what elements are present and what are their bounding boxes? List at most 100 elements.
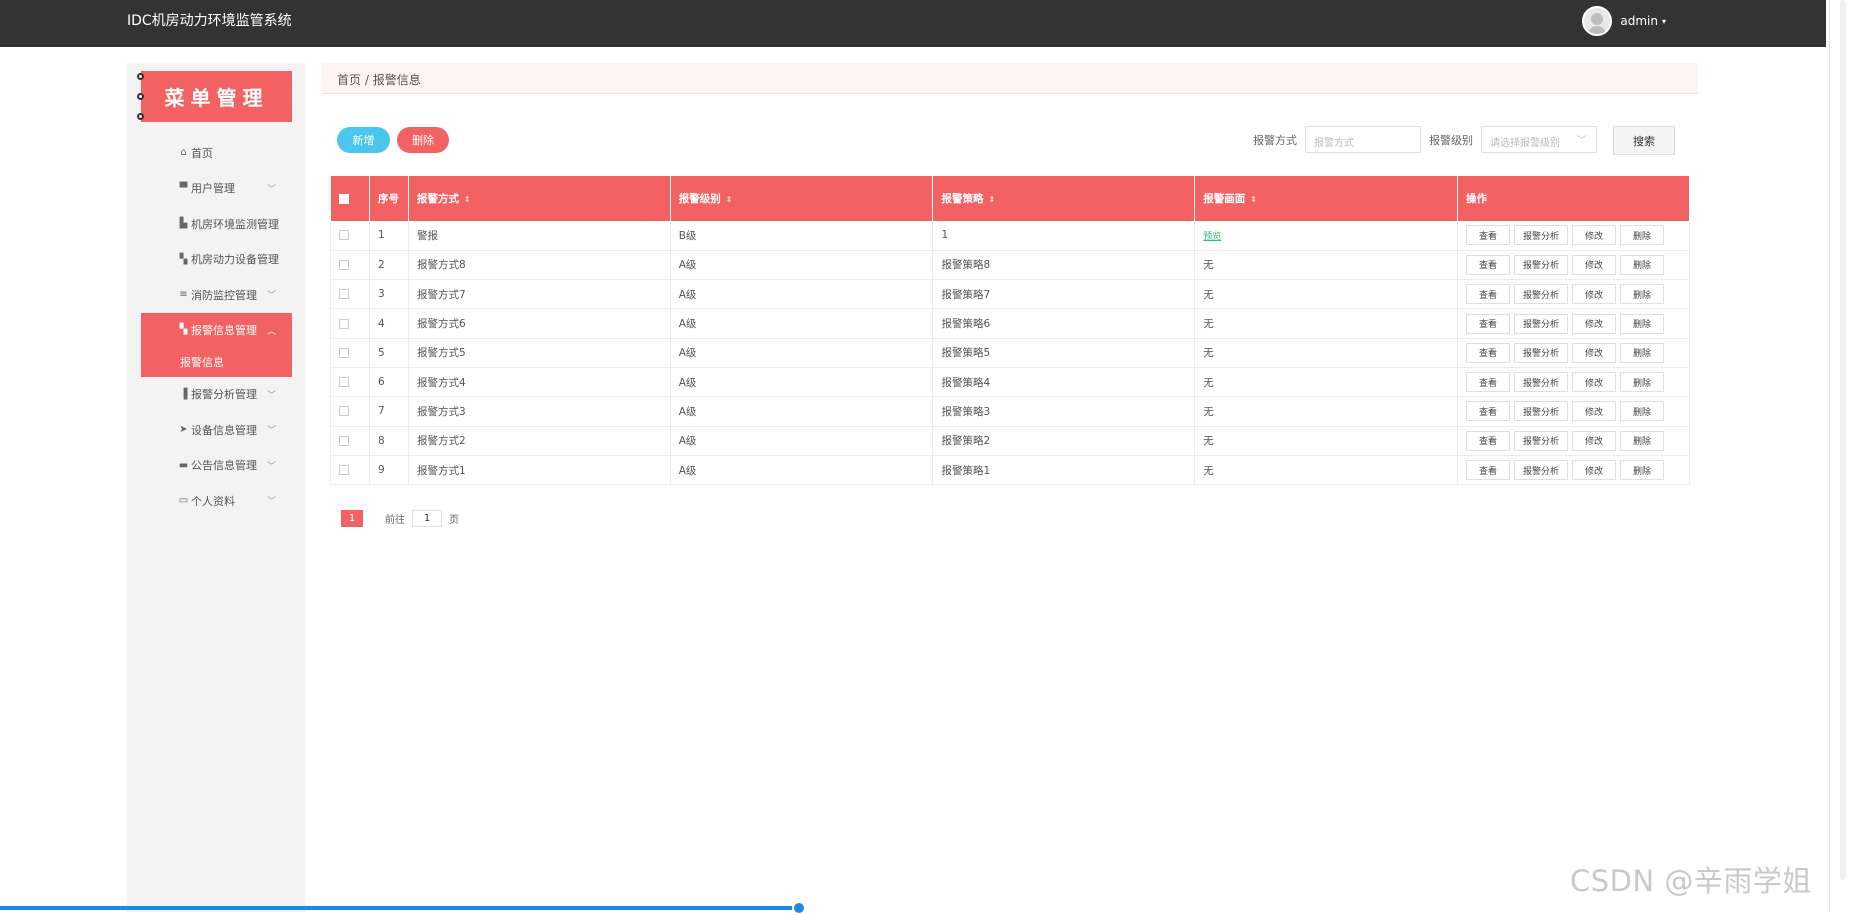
row-select-cell[interactable]: [330, 367, 370, 398]
avatar[interactable]: [1582, 6, 1613, 36]
chevron-down-icon[interactable]: ﹀: [267, 388, 276, 401]
sort-icon[interactable]: ⇕: [726, 195, 733, 204]
row-select-cell[interactable]: [330, 426, 370, 456]
sidebar-item-bar-chart[interactable]: ▐ 报警分析管理 ﹀: [141, 377, 292, 413]
method-header[interactable]: 报警方式 ⇕: [408, 176, 671, 221]
select-all-header[interactable]: [330, 176, 370, 221]
edit-button[interactable]: 修改: [1571, 342, 1616, 363]
delete-row-button[interactable]: 删除: [1619, 460, 1664, 481]
delete-row-button[interactable]: 删除: [1619, 342, 1664, 363]
preview-link[interactable]: 预览: [1203, 232, 1221, 242]
alarm-analysis-button[interactable]: 报警分析: [1513, 284, 1568, 305]
select-all-checkbox[interactable]: [338, 193, 349, 204]
row-checkbox[interactable]: [339, 377, 349, 388]
row-select-cell[interactable]: [330, 455, 370, 486]
row-checkbox[interactable]: [339, 347, 349, 358]
sidebar-item-profile[interactable]: ▭ 个人资料 ﹀: [141, 483, 292, 519]
edit-button[interactable]: 修改: [1571, 254, 1616, 275]
sort-icon[interactable]: ⇕: [464, 195, 471, 204]
view-button[interactable]: 查看: [1465, 401, 1510, 422]
row-checkbox[interactable]: [339, 230, 349, 241]
edit-button[interactable]: 修改: [1571, 430, 1616, 451]
sidebar-item-grid[interactable]: ▚ 机房动力设备管理: [141, 242, 292, 278]
username[interactable]: admin: [1620, 14, 1658, 28]
alarm-analysis-button[interactable]: 报警分析: [1513, 254, 1568, 275]
caret-down-icon[interactable]: ▾: [1662, 17, 1666, 26]
row-select-cell[interactable]: [330, 308, 370, 339]
alarm-analysis-button[interactable]: 报警分析: [1513, 225, 1568, 246]
row-select-cell[interactable]: [330, 338, 370, 368]
edit-button[interactable]: 修改: [1571, 372, 1616, 393]
row-select-cell[interactable]: [330, 396, 370, 427]
edit-button[interactable]: 修改: [1571, 225, 1616, 246]
alarm-analysis-button[interactable]: 报警分析: [1513, 313, 1568, 334]
row-select-cell[interactable]: [330, 279, 370, 310]
search-button[interactable]: 搜索: [1613, 126, 1675, 155]
sidebar-item-send[interactable]: ➤ 设备信息管理 ﹀: [141, 412, 292, 448]
policy-header[interactable]: 报警策略 ⇕: [932, 176, 1196, 221]
vertical-scrollbar[interactable]: [1829, 0, 1856, 912]
delete-row-button[interactable]: 删除: [1619, 225, 1664, 246]
edit-button[interactable]: 修改: [1571, 313, 1616, 334]
view-button[interactable]: 查看: [1465, 254, 1510, 275]
row-select-cell[interactable]: [330, 221, 370, 251]
level-select[interactable]: 请选择报警级别 ﹀: [1481, 126, 1597, 153]
chevron-down-icon[interactable]: ﹀: [1577, 133, 1586, 146]
sidebar-item-grid[interactable]: ▚ 报警信息管理 ︿: [141, 313, 292, 347]
scrollbar-track[interactable]: [1840, 0, 1846, 880]
view-button[interactable]: 查看: [1465, 430, 1510, 451]
view-button[interactable]: 查看: [1465, 372, 1510, 393]
user-menu[interactable]: admin ▾: [1582, 6, 1666, 36]
breadcrumb-home[interactable]: 首页: [337, 73, 361, 87]
edit-button[interactable]: 修改: [1571, 401, 1616, 422]
delete-row-button[interactable]: 删除: [1619, 430, 1664, 451]
scrollbar-thumb[interactable]: [792, 901, 806, 915]
view-button[interactable]: 查看: [1465, 313, 1510, 334]
page-current[interactable]: 1: [341, 510, 363, 527]
sidebar-item-home[interactable]: ⌂ 首页: [141, 135, 292, 171]
row-select-cell[interactable]: [330, 250, 370, 281]
edit-button[interactable]: 修改: [1571, 460, 1616, 481]
goto-page-input[interactable]: 1: [412, 510, 442, 527]
row-checkbox[interactable]: [339, 435, 349, 446]
method-search-input[interactable]: 报警方式: [1305, 126, 1421, 153]
view-button[interactable]: 查看: [1465, 342, 1510, 363]
add-button[interactable]: 新增: [337, 127, 390, 153]
chevron-up-icon[interactable]: ︿: [267, 324, 276, 337]
delete-row-button[interactable]: 删除: [1619, 254, 1664, 275]
alarm-analysis-button[interactable]: 报警分析: [1513, 460, 1568, 481]
delete-row-button[interactable]: 删除: [1619, 372, 1664, 393]
view-button[interactable]: 查看: [1465, 460, 1510, 481]
alarm-analysis-button[interactable]: 报警分析: [1513, 342, 1568, 363]
sort-icon[interactable]: ⇕: [1250, 195, 1257, 204]
edit-button[interactable]: 修改: [1571, 284, 1616, 305]
row-checkbox[interactable]: [339, 259, 349, 270]
alarm-analysis-button[interactable]: 报警分析: [1513, 372, 1568, 393]
horizontal-scrollbar[interactable]: [0, 906, 802, 910]
alarm-analysis-button[interactable]: 报警分析: [1513, 401, 1568, 422]
delete-row-button[interactable]: 删除: [1619, 313, 1664, 334]
row-checkbox[interactable]: [339, 318, 349, 329]
delete-row-button[interactable]: 删除: [1619, 284, 1664, 305]
sidebar-subitem-alarm-info[interactable]: 报警信息: [141, 347, 292, 377]
chevron-down-icon[interactable]: ﹀: [267, 182, 276, 195]
sidebar-item-user[interactable]: ▀ 用户管理 ﹀: [141, 171, 292, 207]
chevron-down-icon[interactable]: ﹀: [267, 494, 276, 507]
sidebar-item-list[interactable]: ≡ 消防监控管理 ﹀: [141, 277, 292, 313]
image-header[interactable]: 报警画面 ⇕: [1194, 176, 1458, 221]
row-checkbox[interactable]: [339, 465, 349, 476]
view-button[interactable]: 查看: [1465, 225, 1510, 246]
level-header[interactable]: 报警级别 ⇕: [670, 176, 934, 221]
chevron-down-icon[interactable]: ﹀: [267, 459, 276, 472]
row-checkbox[interactable]: [339, 289, 349, 300]
delete-row-button[interactable]: 删除: [1619, 401, 1664, 422]
delete-button[interactable]: 删除: [397, 127, 449, 153]
alarm-analysis-button[interactable]: 报警分析: [1513, 430, 1568, 451]
sort-icon[interactable]: ⇕: [988, 195, 995, 204]
view-button[interactable]: 查看: [1465, 284, 1510, 305]
chevron-down-icon[interactable]: ﹀: [267, 423, 276, 436]
row-checkbox[interactable]: [339, 406, 349, 417]
sidebar-item-card[interactable]: ▬ 公告信息管理 ﹀: [141, 448, 292, 484]
sidebar-item-monitor[interactable]: ▙ 机房环境监测管理: [141, 206, 292, 242]
chevron-down-icon[interactable]: ﹀: [267, 288, 276, 301]
